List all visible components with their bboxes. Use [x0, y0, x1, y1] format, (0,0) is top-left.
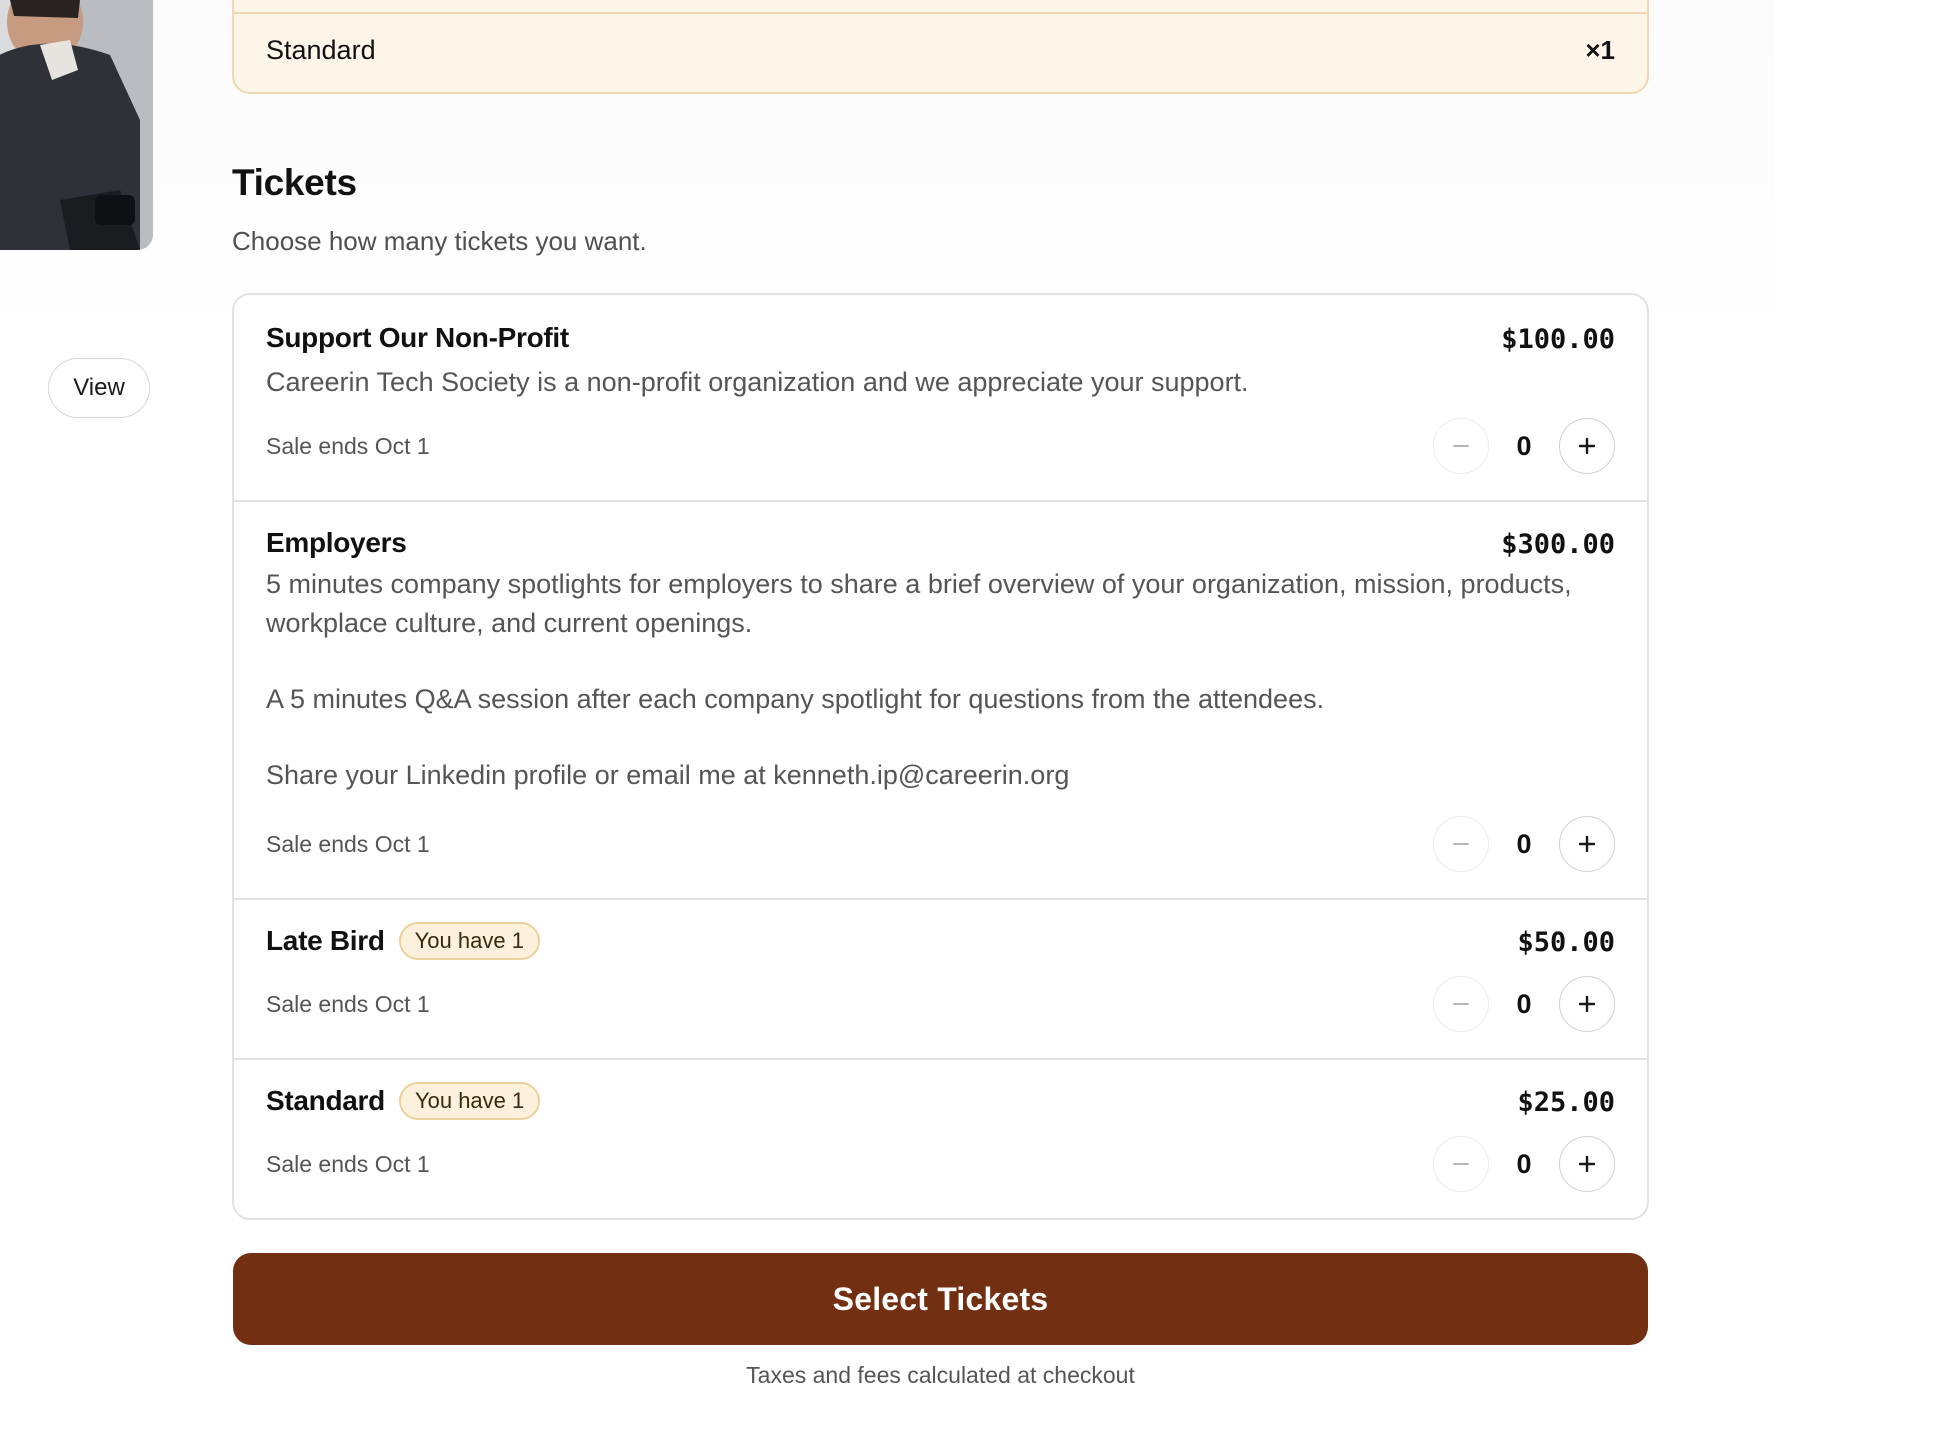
plus-icon	[1578, 835, 1596, 853]
ticket-price: $25.00	[1517, 1087, 1615, 1118]
decrement-button[interactable]	[1433, 976, 1489, 1032]
view-button[interactable]: View	[48, 358, 150, 418]
ticket-name: Support Our Non-Profit	[266, 322, 569, 354]
ticket-description-paragraph: Careerin Tech Society is a non-profit or…	[266, 367, 1249, 397]
ticket-name-text: Support Our Non-Profit	[266, 322, 569, 353]
quantity-value: 0	[1516, 430, 1532, 461]
minus-icon	[1453, 1003, 1469, 1005]
sale-ends-label: Sale ends Oct 1	[266, 831, 430, 857]
decrement-button[interactable]	[1433, 1136, 1489, 1192]
ticket-name: Standard You have 1	[266, 1082, 541, 1120]
decrement-button[interactable]	[1433, 418, 1489, 474]
sale-ends-label: Sale ends Oct 1	[266, 433, 430, 459]
summary-divider	[234, 12, 1647, 14]
tickets-subtitle: Choose how many tickets you want.	[232, 226, 647, 256]
plus-icon	[1578, 437, 1596, 455]
ticket-price: $300.00	[1501, 529, 1615, 560]
event-photo	[0, 0, 153, 250]
ticket-name: Late Bird You have 1	[266, 922, 540, 960]
sale-ends-label: Sale ends Oct 1	[266, 1151, 430, 1177]
increment-button[interactable]	[1559, 816, 1615, 872]
sale-ends-label: Sale ends Oct 1	[266, 991, 430, 1017]
increment-button[interactable]	[1559, 976, 1615, 1032]
minus-icon	[1453, 1163, 1469, 1165]
ticket-price: $50.00	[1517, 927, 1615, 958]
ticket-row-employers: Employers $300.00 5 minutes company spot…	[234, 502, 1647, 900]
quantity-stepper: 0	[1433, 1136, 1615, 1192]
ticket-name: Employers	[266, 527, 407, 559]
ticket-description-paragraph: Share your Linkedin profile or email me …	[266, 760, 1070, 790]
ticket-name-text: Late Bird	[266, 925, 385, 956]
ticket-description: Careerin Tech Society is a non-profit or…	[266, 363, 1615, 402]
plus-icon	[1578, 1155, 1596, 1173]
ticket-list: Support Our Non-Profit $100.00 Careerin …	[232, 293, 1649, 1220]
quantity-value: 0	[1516, 988, 1532, 1019]
owned-badge: You have 1	[398, 1082, 541, 1120]
decrement-button[interactable]	[1433, 816, 1489, 872]
summary-item-name: Standard	[266, 35, 376, 65]
ticket-row-standard: Standard You have 1 $25.00 Sale ends Oct…	[234, 1060, 1647, 1218]
ticket-description-paragraph: A 5 minutes Q&A session after each compa…	[266, 684, 1325, 714]
increment-button[interactable]	[1559, 1136, 1615, 1192]
ticket-name-text: Employers	[266, 527, 407, 558]
quantity-stepper: 0	[1433, 418, 1615, 474]
minus-icon	[1453, 843, 1469, 845]
quantity-stepper: 0	[1433, 976, 1615, 1032]
ticket-description-paragraph: 5 minutes company spotlights for employe…	[266, 569, 1572, 638]
selected-tickets-summary: Standard ×1	[232, 0, 1649, 94]
taxes-note: Taxes and fees calculated at checkout	[746, 1362, 1135, 1388]
tickets-title: Tickets	[232, 162, 357, 203]
ticket-row-support-non-profit: Support Our Non-Profit $100.00 Careerin …	[234, 295, 1647, 502]
select-tickets-button[interactable]: Select Tickets	[233, 1253, 1648, 1345]
increment-button[interactable]	[1559, 418, 1615, 474]
quantity-value: 0	[1516, 1148, 1532, 1179]
ticket-selection-page: View Standard ×1 Tickets Choose how many…	[0, 0, 1936, 1440]
quantity-stepper: 0	[1433, 816, 1615, 872]
plus-icon	[1578, 995, 1596, 1013]
summary-item-quantity: ×1	[1585, 35, 1615, 65]
minus-icon	[1453, 445, 1469, 447]
ticket-description: 5 minutes company spotlights for employe…	[266, 565, 1615, 795]
quantity-value: 0	[1516, 828, 1532, 859]
owned-badge: You have 1	[398, 922, 540, 960]
ticket-name-text: Standard	[266, 1085, 385, 1116]
ticket-price: $100.00	[1501, 324, 1615, 355]
ticket-row-late-bird: Late Bird You have 1 $50.00 Sale ends Oc…	[234, 900, 1647, 1060]
